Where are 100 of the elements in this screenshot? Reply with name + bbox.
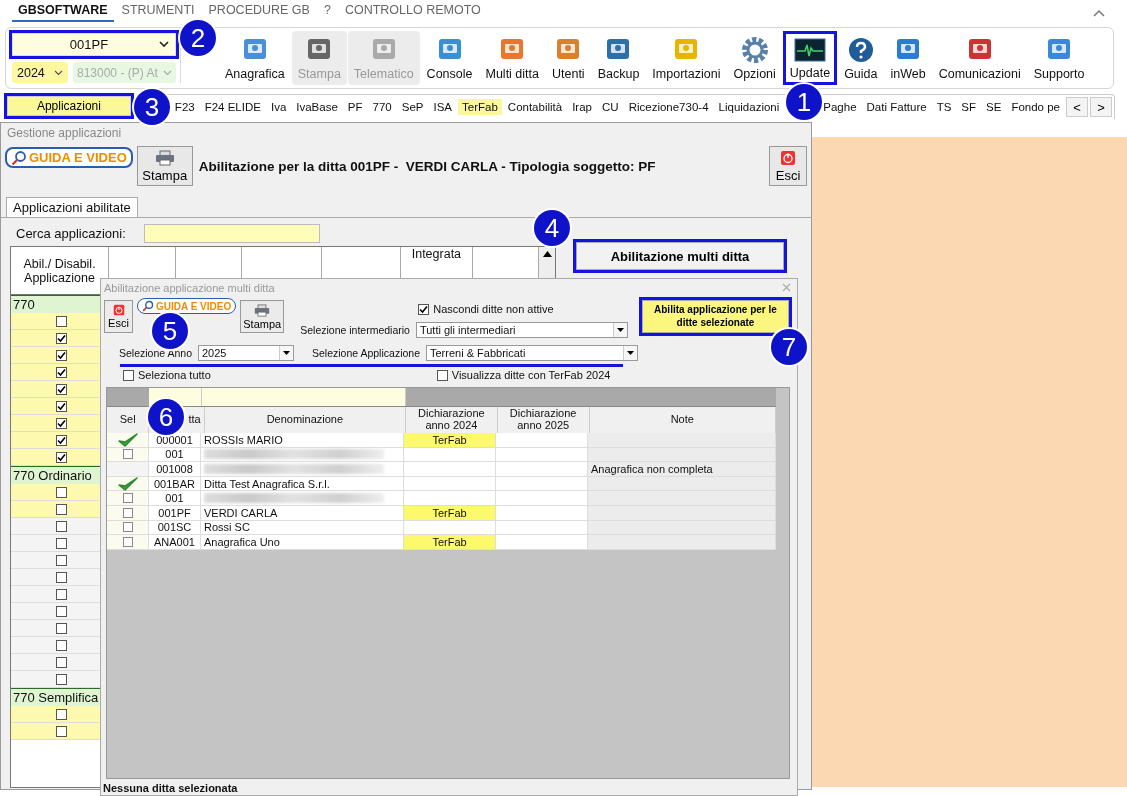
app-tab[interactable]: Iva [266, 99, 291, 115]
app-tab[interactable]: PF [343, 99, 367, 115]
print-button[interactable]: Stampa [240, 300, 285, 333]
app-tab[interactable]: Dati Fatture [862, 99, 931, 115]
year-select[interactable]: 2024 [12, 62, 68, 83]
checkbox[interactable] [122, 449, 133, 460]
app-tab[interactable]: Irap [568, 99, 596, 115]
app-tab[interactable]: Fondo pe [1007, 99, 1064, 115]
toolbar-button[interactable]: Backup [591, 31, 646, 85]
applications-button[interactable]: Applicazioni [7, 96, 131, 116]
checkbox[interactable] [55, 622, 67, 634]
checkbox[interactable] [55, 520, 67, 532]
checkbox[interactable] [55, 673, 67, 685]
checkbox[interactable] [55, 451, 67, 463]
checkbox[interactable] [55, 554, 67, 566]
checkbox[interactable] [122, 536, 133, 547]
app-tab[interactable]: SE [982, 99, 1006, 115]
toolbar-button[interactable]: Utenti [546, 31, 591, 85]
number-badge: 6 [148, 399, 184, 435]
checkbox[interactable] [122, 507, 133, 518]
toolbar-button[interactable]: Opzioni [727, 31, 782, 85]
checkbox[interactable] [55, 656, 67, 668]
print-button[interactable]: Stampa [136, 146, 193, 186]
filter-field[interactable] [202, 388, 406, 406]
app-tab[interactable]: CU [598, 99, 623, 115]
gear-icon [740, 35, 769, 64]
toolbar-button[interactable]: Update [782, 31, 838, 85]
app-tab[interactable]: 770 [368, 99, 396, 115]
caret-icon [159, 41, 169, 48]
search-field[interactable] [144, 223, 320, 243]
tab-scroll-button[interactable]: > [1090, 97, 1112, 117]
checkbox[interactable] [55, 725, 67, 737]
menu-tab[interactable]: CONTROLLO REMOTO [338, 3, 487, 22]
check-mark-icon[interactable] [116, 475, 139, 492]
application-select[interactable]: Terreni & Fabbricati [426, 345, 638, 361]
checkbox[interactable] [436, 369, 448, 381]
multi-company-button[interactable]: Abilitazione multi ditta [576, 242, 784, 270]
toolbar-button[interactable]: Comunicazioni [932, 31, 1027, 85]
app-tab[interactable]: Paghe [819, 99, 861, 115]
app-tab[interactable]: F23 [170, 99, 199, 115]
checkbox[interactable] [55, 537, 67, 549]
checkbox[interactable] [55, 366, 67, 378]
checkbox[interactable] [55, 332, 67, 344]
checkbox[interactable] [122, 493, 133, 504]
app-tab[interactable]: F24 ELIDE [200, 99, 265, 115]
app-tab[interactable]: TerFab [458, 99, 502, 115]
scroll-up-icon[interactable] [542, 251, 552, 257]
tab-scroll-button[interactable]: < [1066, 97, 1088, 117]
checkbox-label: Visualizza ditte con TerFab 2024 [451, 369, 611, 381]
exit-button[interactable]: Esci [769, 146, 807, 186]
toolbar-button[interactable]: inWeb [884, 31, 932, 85]
checkbox[interactable] [55, 571, 67, 583]
checkbox[interactable] [55, 383, 67, 395]
toolbar-button[interactable]: Supporto [1027, 31, 1091, 85]
checkbox[interactable] [55, 349, 67, 361]
checkbox[interactable] [55, 588, 67, 600]
checkbox[interactable] [55, 315, 67, 327]
checkbox-label: Seleziona tutto [138, 369, 211, 381]
app-tab[interactable]: TS [932, 99, 956, 115]
checkbox[interactable] [123, 369, 134, 381]
checkbox[interactable] [55, 400, 67, 412]
menu-tab[interactable]: PROCEDURE GB [202, 3, 316, 22]
power-icon [780, 149, 796, 166]
field-label: Selezione Applicazione [312, 347, 420, 359]
app-tab[interactable]: Contabilità [503, 99, 567, 115]
enable-button[interactable]: Abilita applicazione per le ditte selezionate [641, 300, 789, 333]
exit-button[interactable]: Esci [104, 300, 133, 333]
toolbar-button[interactable]: Anagrafica [219, 31, 291, 85]
number-badge: 5 [152, 313, 188, 349]
checkbox[interactable] [418, 303, 430, 315]
check-mark-icon[interactable] [116, 431, 139, 448]
toolbar-button[interactable]: Console [420, 31, 479, 85]
app-tab[interactable]: SF [957, 99, 981, 115]
app-tab[interactable]: ISA [429, 99, 457, 115]
app-tab[interactable]: IvaBase [292, 99, 342, 115]
pulse-monitor-icon [794, 36, 826, 63]
checkbox[interactable] [122, 522, 133, 533]
toolbar-button[interactable]: Multi ditta [479, 31, 545, 85]
checkbox[interactable] [55, 486, 67, 498]
checkbox[interactable] [55, 434, 67, 446]
intermediary-select[interactable]: Tutti gli intermediari [415, 322, 628, 338]
window-title: Gestione applicazioni [6, 125, 123, 142]
table-cell: TerFab [404, 535, 496, 550]
app-tab[interactable]: Ricezione730-4 [624, 99, 713, 115]
app-tab[interactable]: Liquidazioni [714, 99, 784, 115]
app-tab[interactable]: SeP [397, 99, 428, 115]
checkbox[interactable] [55, 708, 67, 720]
company-select[interactable]: 001PF [12, 33, 176, 56]
menu-tab[interactable]: STRUMENTI [115, 3, 201, 22]
window-tab[interactable]: Applicazioni abilitate [6, 197, 138, 217]
menu-tab[interactable]: ? [317, 3, 337, 22]
menu-tab[interactable]: GBSOFTWARE [12, 3, 114, 22]
checkbox[interactable] [55, 417, 67, 429]
year-select[interactable]: 2025 [198, 345, 294, 361]
checkbox[interactable] [55, 503, 67, 515]
toolbar-button[interactable]: Importazioni [646, 31, 727, 85]
collapse-caret-icon[interactable] [1093, 9, 1105, 17]
toolbar-button[interactable]: Guida [838, 31, 884, 85]
checkbox[interactable] [55, 605, 67, 617]
checkbox[interactable] [55, 639, 67, 651]
